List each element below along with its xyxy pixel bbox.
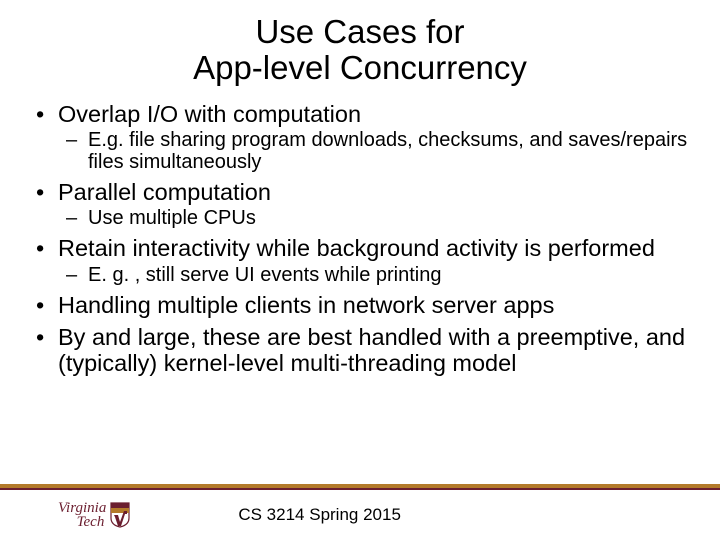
sub-text: Use multiple CPUs	[88, 207, 256, 229]
sub-item: E.g. file sharing program downloads, che…	[58, 129, 692, 173]
sub-item: E. g. , still serve UI events while prin…	[58, 264, 692, 286]
vt-line1: Virginia	[58, 501, 106, 515]
bullet-text: By and large, these are best handled wit…	[58, 324, 685, 376]
vt-logo: Virginia Tech	[58, 501, 130, 530]
slide-title: Use Cases for App-level Concurrency	[0, 0, 720, 87]
bullet-text: Handling multiple clients in network ser…	[58, 292, 554, 318]
title-line-2: App-level Concurrency	[193, 49, 527, 86]
slide: Use Cases for App-level Concurrency Over…	[0, 0, 720, 540]
sub-text: E.g. file sharing program downloads, che…	[88, 129, 687, 173]
bullet-item: Parallel computation Use multiple CPUs	[28, 179, 692, 229]
sub-list: Use multiple CPUs	[58, 207, 692, 229]
bullet-item: Handling multiple clients in network ser…	[28, 292, 692, 318]
bullet-list: Overlap I/O with computation E.g. file s…	[28, 101, 692, 377]
vt-shield-icon	[110, 502, 130, 528]
bullet-item: Retain interactivity while background ac…	[28, 235, 692, 285]
bullet-text: Overlap I/O with computation	[58, 101, 361, 127]
course-label: CS 3214 Spring 2015	[238, 505, 401, 525]
slide-content: Overlap I/O with computation E.g. file s…	[0, 87, 720, 377]
footer: Virginia Tech CS 3214 Spring 2015	[0, 483, 720, 540]
vt-line2: Tech	[77, 515, 107, 529]
sub-list: E. g. , still serve UI events while prin…	[58, 264, 692, 286]
title-line-1: Use Cases for	[255, 13, 464, 50]
bullet-text: Retain interactivity while background ac…	[58, 235, 655, 261]
sub-item: Use multiple CPUs	[58, 207, 692, 229]
vt-logo-text: Virginia Tech	[58, 501, 106, 530]
footer-bar: Virginia Tech CS 3214 Spring 2015	[0, 490, 720, 540]
bullet-item: Overlap I/O with computation E.g. file s…	[28, 101, 692, 173]
bullet-text: Parallel computation	[58, 179, 271, 205]
bullet-item: By and large, these are best handled wit…	[28, 324, 692, 377]
sub-text: E. g. , still serve UI events while prin…	[88, 264, 441, 286]
sub-list: E.g. file sharing program downloads, che…	[58, 129, 692, 173]
stripe-orange	[0, 484, 720, 488]
